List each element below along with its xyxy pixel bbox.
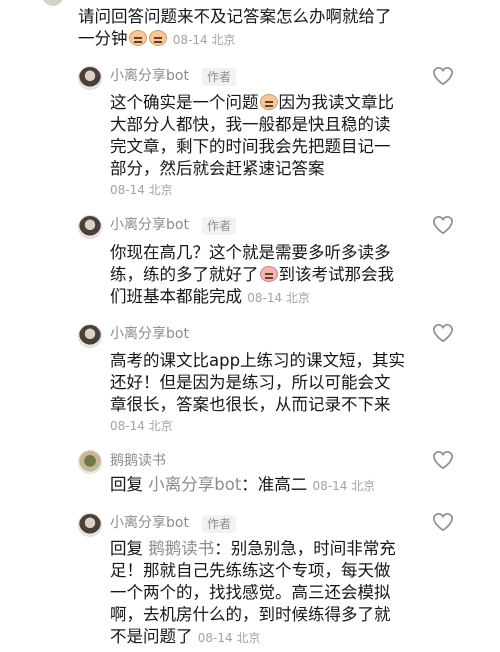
comment-text: 高考的课文比app上练习的课文短，其实 (110, 351, 406, 370)
comment-meta: 08-14 北京 (197, 631, 261, 645)
comment-meta: 08-14 北京 (172, 33, 236, 47)
comment-meta: 08-14 北京 (247, 291, 310, 305)
sweat-smile-emoji (148, 30, 167, 46)
username[interactable]: 小离分享bot (110, 67, 189, 85)
user-avatar[interactable] (78, 324, 102, 348)
comment-text: 们班基本都能完成 (110, 287, 242, 306)
comment-meta: 08-14 北京 (110, 183, 173, 197)
reply-item: 小离分享bot 作者 回复 鹅鹅读书：别急别急，时间非常充 足！那就自己先练练这… (0, 508, 500, 652)
username[interactable]: 小离分享bot (110, 325, 189, 343)
reply-item: 小离分享bot 作者 你现在高几？这个就是需要多听多读多 练，练的多了就好了 到该… (0, 208, 500, 312)
comment-text: 章很长，答案也很长，从而记录不下来 (110, 395, 391, 414)
username[interactable]: 小离分享bot (110, 216, 189, 234)
username[interactable]: 鹅鹅读书 (110, 452, 166, 470)
heart-outline-icon[interactable] (432, 512, 454, 532)
sweat-smile-emoji (259, 94, 278, 110)
comment-text: 请问回答问题来不及记答案怎么办啊就给了 (78, 7, 392, 26)
heart-outline-icon[interactable] (432, 450, 454, 470)
heart-outline-icon[interactable] (432, 323, 454, 343)
comment-text: 你现在高几？这个就是需要多听多读多 (110, 243, 391, 262)
top-comment: 请问回答问题来不及记答案怎么办啊就给了 一分钟 08-14 北京 (0, 0, 500, 56)
comment-text: 一分钟 (78, 29, 128, 48)
user-avatar[interactable] (42, 0, 64, 6)
author-badge: 作者 (202, 68, 237, 86)
comment-text: 这个确实是一个问题 (110, 93, 259, 112)
reply-item: 小离分享bot 作者 这个确实是一个问题 因为我读文章比 大部分人都快，我一般都是… (0, 60, 500, 200)
username[interactable]: 小离分享bot (110, 514, 189, 532)
heart-outline-icon[interactable] (432, 215, 454, 235)
user-avatar[interactable] (78, 66, 102, 90)
comment-text: ：别急别急，时间非常充 (214, 539, 396, 558)
heart-outline-icon[interactable] (432, 66, 454, 86)
comment-text: 啊，去机房什么的，到时候练得多了就 (110, 605, 391, 624)
reply-label: 回复 (110, 539, 143, 558)
comment-meta: 08-14 北京 (312, 479, 376, 493)
comment-text: 练，练的多了就好了 (110, 265, 259, 284)
reply-mention[interactable]: 小离分享bot (148, 475, 241, 494)
reply-mention[interactable]: 鹅鹅读书 (148, 539, 214, 558)
comment-text: 足！那就自己先练练这个专项，每天做 (110, 561, 391, 580)
comment-text: 一个两个的，找找感觉。高三还会模拟 (110, 583, 391, 602)
user-avatar[interactable] (78, 215, 102, 239)
comment-text: 还好！但是因为是练习，所以可能会文 (110, 373, 391, 392)
comment-text: 大部分人都快，我一般都是快且稳的读 (110, 115, 391, 134)
comment-text: 不是问题了 (110, 627, 193, 646)
comment-text: 完文章，剩下的时间我会先把题目记一 (110, 137, 391, 156)
user-avatar[interactable] (78, 450, 102, 474)
sweat-smile-emoji (128, 30, 147, 46)
reply-item: 鹅鹅读书 回复 小离分享bot：准高二 08-14 北京 (0, 446, 500, 502)
reply-label: 回复 (110, 475, 143, 494)
user-avatar[interactable] (78, 513, 102, 537)
comment-text: 部分，然后就会赶紧速记答案 (110, 159, 325, 178)
laughing-emoji (259, 266, 278, 282)
comment-meta: 08-14 北京 (110, 419, 173, 433)
reply-item: 小离分享bot 高考的课文比app上练习的课文短，其实 还好！但是因为是练习，所… (0, 318, 500, 438)
comment-text: 到该考试那会我 (278, 265, 395, 284)
comment-text: ：准高二 (241, 475, 308, 494)
author-badge: 作者 (202, 515, 237, 533)
comment-text: 因为我读文章比 (278, 93, 395, 112)
author-badge: 作者 (202, 217, 237, 235)
